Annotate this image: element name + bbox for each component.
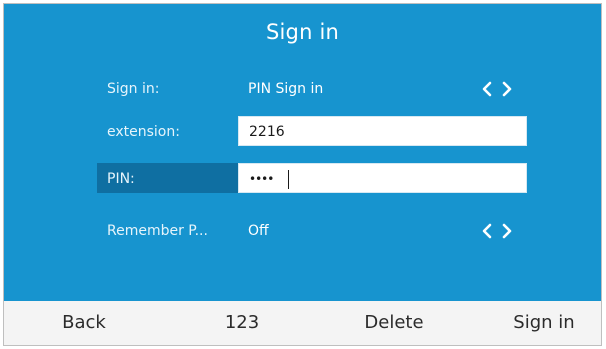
back-softkey[interactable]: Back (34, 301, 134, 345)
remember-password-value[interactable]: Off (248, 215, 269, 247)
sign-in-type-value[interactable]: PIN Sign in (248, 73, 323, 105)
extension-input[interactable]: 2216 (238, 116, 527, 146)
pin-input[interactable]: •••• (238, 163, 527, 193)
text-cursor (288, 170, 289, 189)
extension-label: extension: (107, 124, 180, 140)
chevron-left-right-icon[interactable] (477, 79, 517, 99)
input-mode-softkey[interactable]: 123 (192, 301, 292, 345)
pin-label: PIN: (107, 171, 135, 187)
phone-display: Sign in Sign in: PIN Sign in extension: … (3, 3, 602, 346)
extension-row[interactable]: extension: 2216 (97, 116, 527, 148)
sign-in-type-label: Sign in: (107, 81, 160, 97)
pin-value: •••• (249, 172, 274, 186)
screen-title: Sign in (265, 20, 340, 44)
extension-value: 2216 (249, 124, 285, 140)
pin-row[interactable]: PIN: •••• (97, 163, 527, 195)
remember-password-label: Remember P... (107, 223, 208, 239)
sign-in-softkey[interactable]: Sign in (489, 301, 599, 345)
delete-softkey[interactable]: Delete (334, 301, 454, 345)
sign-in-type-row[interactable]: Sign in: PIN Sign in (97, 73, 527, 105)
softkey-bar: Back 123 Delete Sign in (4, 301, 601, 345)
remember-password-row[interactable]: Remember P... Off (97, 215, 527, 247)
chevron-left-right-icon[interactable] (477, 221, 517, 241)
sign-in-screen: Sign in Sign in: PIN Sign in extension: … (4, 4, 601, 301)
